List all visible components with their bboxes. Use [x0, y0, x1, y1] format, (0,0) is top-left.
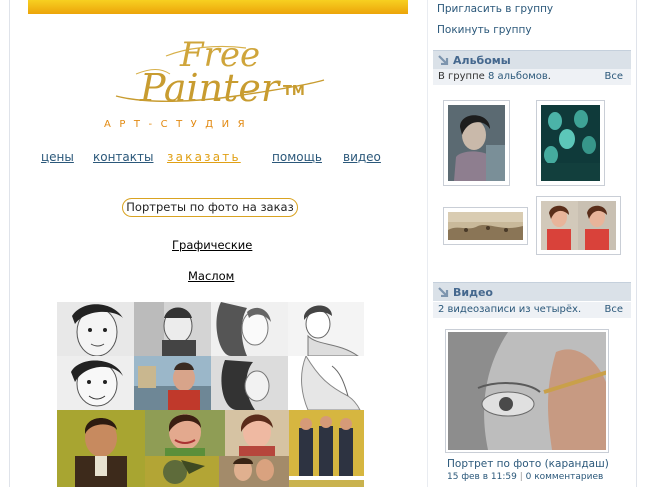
nav-link-order[interactable]: заказать: [167, 150, 241, 164]
collage-tile: [57, 410, 145, 487]
albums-section-title: Альбомы: [453, 54, 511, 67]
video-preview-image: [448, 332, 609, 450]
albums-summary: В группе 8 альбомов.: [438, 71, 551, 82]
video-all-link[interactable]: Все: [604, 304, 623, 315]
video-section-header[interactable]: Видео: [433, 282, 631, 301]
collage-tile: [145, 410, 225, 456]
collage-tile: [134, 302, 211, 356]
video-summary-bar: 2 видеозаписи из четырёх. Все: [433, 302, 631, 318]
video-date: 15 фев в 11:59: [447, 472, 517, 482]
album-thumbnail[interactable]: [443, 100, 510, 186]
collage-tile: [134, 356, 211, 410]
leave-group-link[interactable]: Покинуть группу: [437, 24, 532, 36]
page-border-left: [9, 0, 10, 487]
video-section-title: Видео: [453, 286, 493, 299]
down-right-arrow-icon: [438, 287, 449, 297]
freepainter-logo[interactable]: Free Painter TM АРТ-СТУДИЯ: [100, 36, 330, 132]
top-banner: [28, 0, 408, 14]
album-thumbnail[interactable]: [443, 207, 528, 245]
video-summary: 2 видеозаписи из четырёх.: [438, 304, 581, 315]
portraits-order-button[interactable]: Портреты по фото на заказ: [122, 198, 298, 217]
video-thumbnail[interactable]: [445, 329, 609, 453]
nav-link-prices[interactable]: цены: [41, 150, 74, 164]
link-graphic-portraits[interactable]: Графические: [172, 238, 252, 252]
album-thumbnail[interactable]: [536, 100, 605, 186]
collage-tile: [57, 356, 134, 410]
video-meta-separator: |: [519, 472, 523, 482]
logo-word-painter: Painter: [140, 66, 280, 110]
albums-summary-suffix: .: [547, 71, 551, 82]
collage-tile: [225, 410, 289, 456]
collage-tile: [211, 356, 288, 410]
nav-link-contacts[interactable]: контакты: [93, 150, 154, 164]
collage-tile: [57, 302, 134, 356]
albums-summary-bar: В группе 8 альбомов. Все: [433, 69, 631, 85]
collage-tile: [289, 410, 364, 476]
collage-tile: [211, 302, 288, 356]
nav-link-video[interactable]: видео: [343, 150, 381, 164]
portrait-collage[interactable]: [57, 302, 364, 487]
collage-tile: [219, 456, 289, 487]
column-separator: [427, 0, 428, 487]
logo-trademark: TM: [283, 84, 305, 99]
video-title-link[interactable]: Портрет по фото (карандаш): [447, 458, 609, 470]
albums-summary-prefix: В группе: [438, 71, 488, 82]
invite-to-group-link[interactable]: Пригласить в группу: [437, 3, 553, 15]
video-comments-link[interactable]: 0 комментариев: [526, 472, 604, 482]
nav-link-help[interactable]: помощь: [272, 150, 322, 164]
video-meta: 15 фев в 11:59 | 0 комментариев: [447, 472, 603, 482]
video-summary-link[interactable]: 2 видеозаписи из четырёх.: [438, 304, 581, 315]
page-border-right: [636, 0, 637, 487]
down-right-arrow-icon: [438, 55, 449, 65]
logo-subtitle: АРТ-СТУДИЯ: [104, 119, 254, 130]
collage-tile: [288, 356, 364, 410]
link-oil-portraits[interactable]: Маслом: [188, 269, 234, 283]
collage-tile: [145, 456, 219, 487]
albums-section-header[interactable]: Альбомы: [433, 50, 631, 69]
album-thumbnail[interactable]: [536, 196, 621, 255]
collage-tile: [288, 302, 364, 356]
albums-all-link[interactable]: Все: [604, 71, 623, 82]
albums-count-link[interactable]: 8 альбомов: [488, 71, 548, 82]
collage-tile: [289, 476, 364, 487]
